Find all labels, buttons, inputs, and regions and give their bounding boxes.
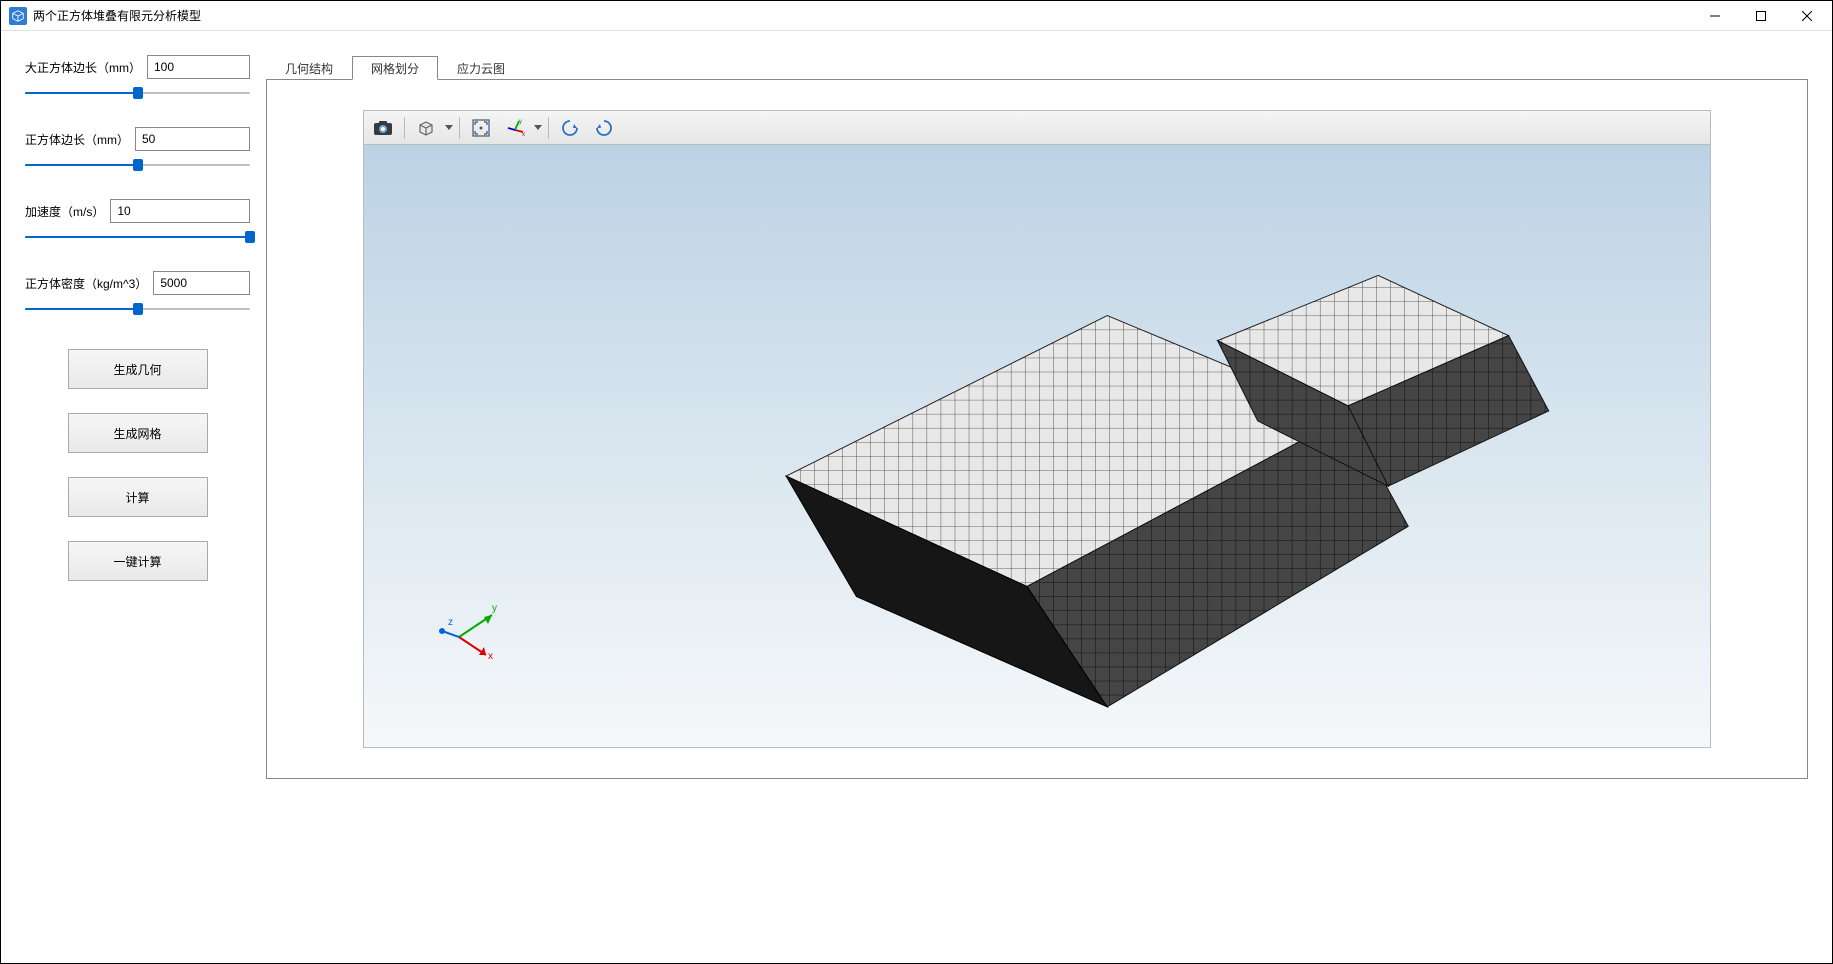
window-title: 两个正方体堆叠有限元分析模型 [33, 7, 201, 24]
tab-stress[interactable]: 应力云图 [438, 56, 524, 80]
density-label: 正方体密度（kg/m^3） [25, 275, 147, 292]
tab-bar: 几何结构 网格划分 应力云图 [266, 55, 1808, 79]
svg-text:x: x [522, 132, 525, 138]
small-cube-input[interactable] [135, 127, 250, 151]
accel-label: 加速度（m/s） [25, 203, 104, 220]
one-click-compute-button[interactable]: 一键计算 [68, 541, 208, 581]
density-input[interactable] [153, 271, 250, 295]
minimize-button[interactable] [1692, 1, 1738, 31]
big-cube-slider[interactable] [25, 83, 250, 103]
fit-view-icon[interactable] [466, 115, 496, 141]
screenshot-icon[interactable] [368, 115, 398, 141]
generate-geometry-button[interactable]: 生成几何 [68, 349, 208, 389]
viewer-toolbar: xy [363, 110, 1711, 144]
tab-mesh[interactable]: 网格划分 [352, 56, 438, 80]
axis-x-label: x [488, 651, 493, 662]
big-cube-label: 大正方体边长（mm） [25, 59, 141, 76]
axis-z-label: z [448, 617, 453, 628]
view-cube-icon[interactable] [411, 115, 441, 141]
tab-geometry[interactable]: 几何结构 [266, 56, 352, 80]
orientation-triad: x y z [434, 597, 514, 677]
main-area: 几何结构 网格划分 应力云图 [266, 55, 1808, 939]
close-button[interactable] [1784, 1, 1830, 31]
rotate-ccw-icon[interactable] [555, 115, 585, 141]
app-window: 两个正方体堆叠有限元分析模型 大正方体边长（mm） 正方体边长（mm） [0, 0, 1833, 964]
compute-button[interactable]: 计算 [68, 477, 208, 517]
app-icon [9, 7, 27, 25]
axis-y-label: y [492, 603, 497, 614]
titlebar: 两个正方体堆叠有限元分析模型 [1, 1, 1832, 31]
big-cube-input[interactable] [147, 55, 250, 79]
small-cube-slider[interactable] [25, 155, 250, 175]
content-area: 大正方体边长（mm） 正方体边长（mm） 加速度（m/s） [1, 31, 1832, 963]
density-slider[interactable] [25, 299, 250, 319]
view-cube-dropdown[interactable] [445, 125, 453, 131]
axes-icon[interactable]: xy [500, 115, 530, 141]
small-cube-label: 正方体边长（mm） [25, 131, 129, 148]
mesh-visualization [364, 145, 1710, 747]
maximize-button[interactable] [1738, 1, 1784, 31]
accel-input[interactable] [110, 199, 250, 223]
generate-mesh-button[interactable]: 生成网格 [68, 413, 208, 453]
viewer-frame: xy [266, 79, 1808, 779]
accel-slider[interactable] [25, 227, 250, 247]
axes-dropdown[interactable] [534, 125, 542, 131]
sidebar: 大正方体边长（mm） 正方体边长（mm） 加速度（m/s） [25, 55, 250, 939]
3d-viewport[interactable]: x y z [363, 144, 1711, 748]
svg-text:y: y [519, 119, 522, 125]
rotate-cw-icon[interactable] [589, 115, 619, 141]
